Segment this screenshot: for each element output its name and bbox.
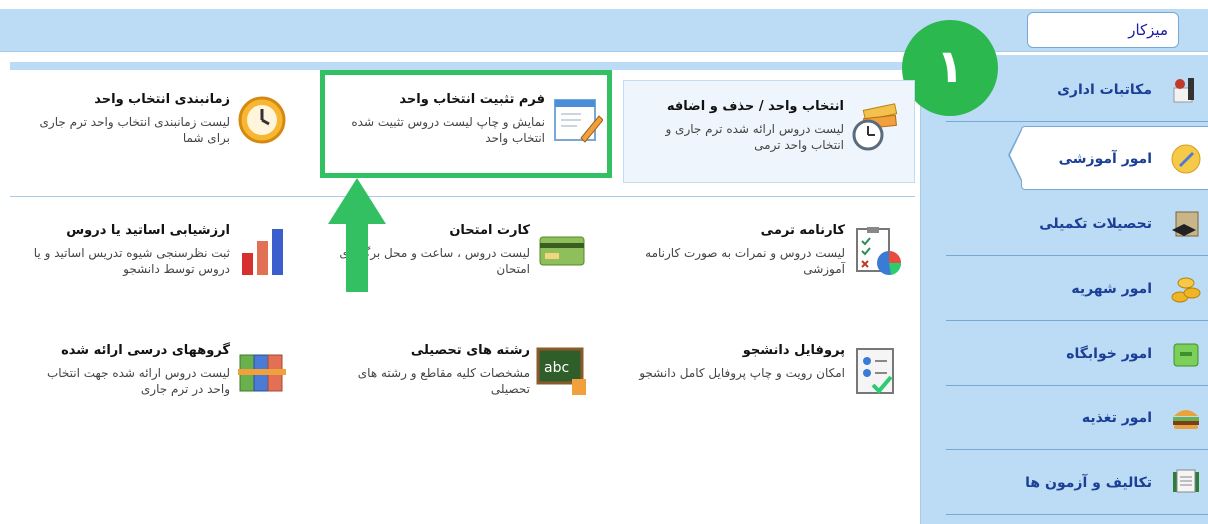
education-icon [1171, 144, 1201, 174]
card-term-report[interactable]: کارنامه ترمی لیست دروس و نمرات به صورت ک… [620, 205, 915, 315]
sidebar-item-dorm[interactable]: امور خوابگاه [946, 322, 1208, 386]
card-course-selection[interactable]: انتخاب واحد / حذف و اضافه لیست دروس ارائ… [623, 80, 915, 183]
card-description: لیست دروس ارائه شده جهت انتخاب واحد در ت… [46, 366, 230, 396]
card-title: کارت امتحان [449, 223, 530, 238]
book-group-icon [238, 354, 286, 392]
sidebar-item-label: امور آموزشی [1058, 151, 1152, 167]
books-clock-icon [852, 103, 898, 151]
sidebar-item-label: تحصیلات تکمیلی [1039, 216, 1152, 232]
exam-icon [1173, 469, 1199, 493]
card-title: رشته های تحصیلی [410, 343, 530, 358]
desk-label: میزکار [1128, 21, 1168, 39]
dorm-icon [1173, 343, 1199, 367]
sidebar-item-graduate[interactable]: تحصیلات تکمیلی [946, 192, 1208, 256]
card-student-profile[interactable]: پروفایل دانشجو امکان رویت و چاپ پروفایل … [620, 325, 915, 435]
coins-icon [1171, 277, 1201, 303]
card-study-fields[interactable]: abc رشته های تحصیلی مشخصات کلیه مقاطع و … [305, 325, 600, 435]
office-letter-icon [1173, 78, 1194, 103]
card-description: لیست دروس ارائه شده ترم جاری و انتخاب وا… [665, 122, 844, 152]
card-title: ارزشیابی اساتید یا دروس [66, 223, 230, 238]
sidebar-item-label: امور شهریه [1071, 281, 1152, 297]
sidebar-item-tuition[interactable]: امور شهریه [946, 257, 1208, 321]
card-title: گروههای درسی ارائه شده [61, 343, 230, 358]
svg-text:abc: abc [544, 360, 569, 376]
report-chart-icon [856, 227, 902, 275]
desk-button[interactable]: میزکار [1027, 12, 1179, 48]
card-title: زمانبندی انتخاب واحد [94, 92, 230, 107]
sidebar-item-education[interactable]: امور آموزشی [1021, 126, 1208, 190]
card-title: انتخاب واحد / حذف و اضافه [666, 99, 844, 114]
card-description: ثبت نظرسنجی شیوه تدریس اساتید و یا دروس … [33, 246, 230, 276]
card-selection-schedule[interactable]: زمانبندی انتخاب واحد لیست زمانبندی انتخا… [5, 74, 300, 184]
card-description: لیست دروس و نمرات به صورت کارنامه آموزشی [645, 246, 845, 276]
card-description: مشخصات کلیه مقاطع و رشته های تحصیلی [357, 366, 530, 396]
card-title: کارنامه ترمی [760, 223, 845, 238]
card-evaluation[interactable]: ارزشیابی اساتید یا دروس ثبت نظرسنجی شیوه… [5, 205, 300, 315]
sidebar-item-exams[interactable]: تکالیف و آزمون ها [946, 451, 1208, 515]
sidebar-item-label: تکالیف و آزمون ها [1025, 475, 1152, 491]
step-badge: ۱ [902, 20, 998, 116]
chalkboard-icon: abc [536, 347, 586, 395]
content-top-bar [10, 62, 920, 70]
profile-icon [856, 348, 894, 394]
sidebar-item-label: امور تغذیه [1081, 410, 1152, 426]
graduate-icon [1172, 211, 1199, 237]
food-icon [1173, 410, 1199, 429]
highlight-box [320, 70, 612, 178]
active-pointer-fill [1010, 128, 1023, 182]
bar-chart-icon [242, 229, 283, 275]
card-description: امکان رویت و چاپ پروفایل کامل دانشجو [639, 366, 845, 380]
card-course-groups[interactable]: گروههای درسی ارائه شده لیست دروس ارائه ش… [5, 325, 300, 435]
card-icon [539, 236, 585, 266]
sidebar-item-label: امور خوابگاه [1066, 346, 1152, 362]
pointer-arrow [328, 178, 386, 292]
sidebar-item-label: مکاتبات اداری [1057, 82, 1152, 98]
card-title: پروفایل دانشجو [742, 343, 845, 358]
divider [10, 196, 915, 197]
card-description: لیست زمانبندی انتخاب واحد ترم جاری برای … [39, 115, 230, 145]
clock-icon [238, 96, 286, 144]
sidebar-item-food[interactable]: امور تغذیه [946, 386, 1208, 450]
